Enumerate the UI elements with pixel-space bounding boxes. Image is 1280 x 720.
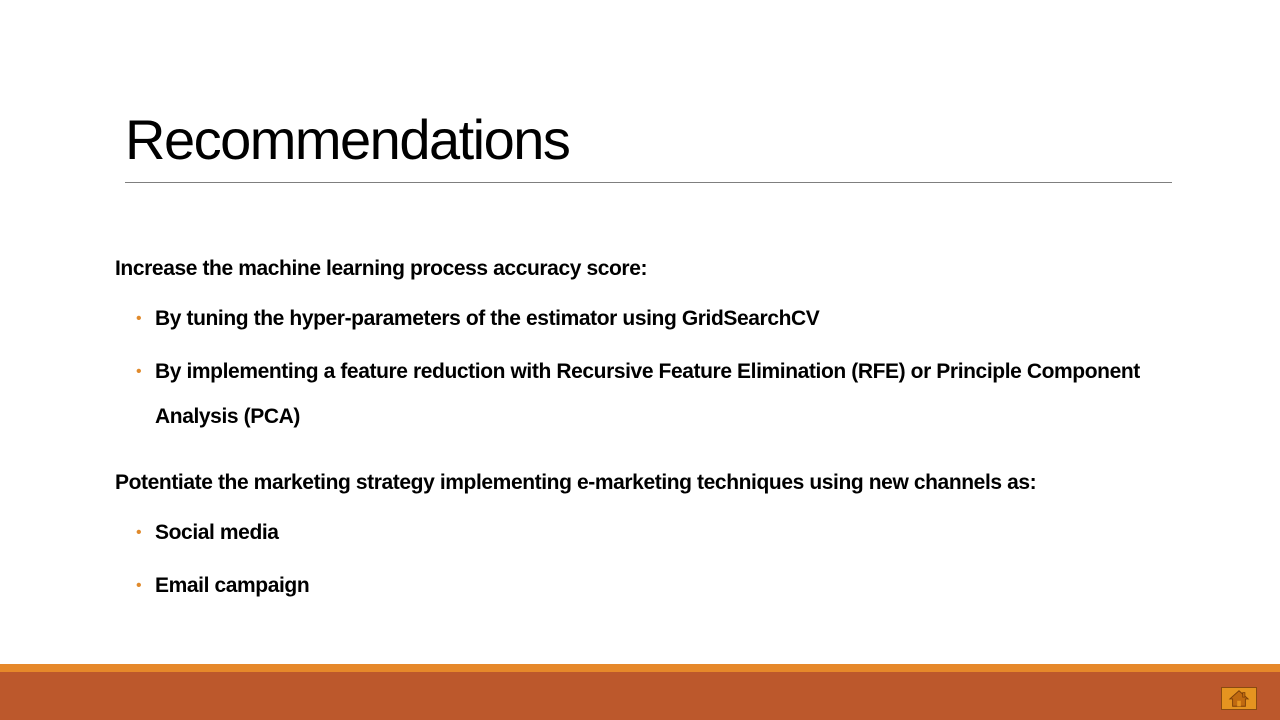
slide: Recommendations Increase the machine lea… — [0, 0, 1280, 720]
bullet-dot: • — [136, 363, 142, 380]
bullet-dot: • — [136, 524, 142, 541]
bullet-item: • Social media — [136, 510, 1195, 555]
bullet-dot: • — [136, 310, 142, 327]
bullet-text: Email campaign — [155, 574, 310, 597]
footer-accent-line — [0, 664, 1280, 672]
home-button[interactable] — [1221, 687, 1257, 710]
footer-band — [0, 672, 1280, 720]
title-divider — [125, 182, 1172, 183]
bullet-item: • By implementing a feature reduction wi… — [136, 349, 1195, 439]
section-heading-accuracy: Increase the machine learning process ac… — [115, 257, 648, 280]
bullet-item: • By tuning the hyper-parameters of the … — [136, 296, 1195, 341]
home-icon — [1228, 690, 1250, 707]
slide-title: Recommendations — [125, 108, 571, 171]
bullet-text: Social media — [155, 521, 279, 544]
bullet-text: By tuning the hyper-parameters of the es… — [155, 307, 820, 330]
bullet-item: • Email campaign — [136, 563, 1195, 608]
bullet-dot: • — [136, 577, 142, 594]
section-heading-marketing: Potentiate the marketing strategy implem… — [115, 471, 1037, 494]
bullet-text: By implementing a feature reduction with… — [155, 360, 1140, 428]
